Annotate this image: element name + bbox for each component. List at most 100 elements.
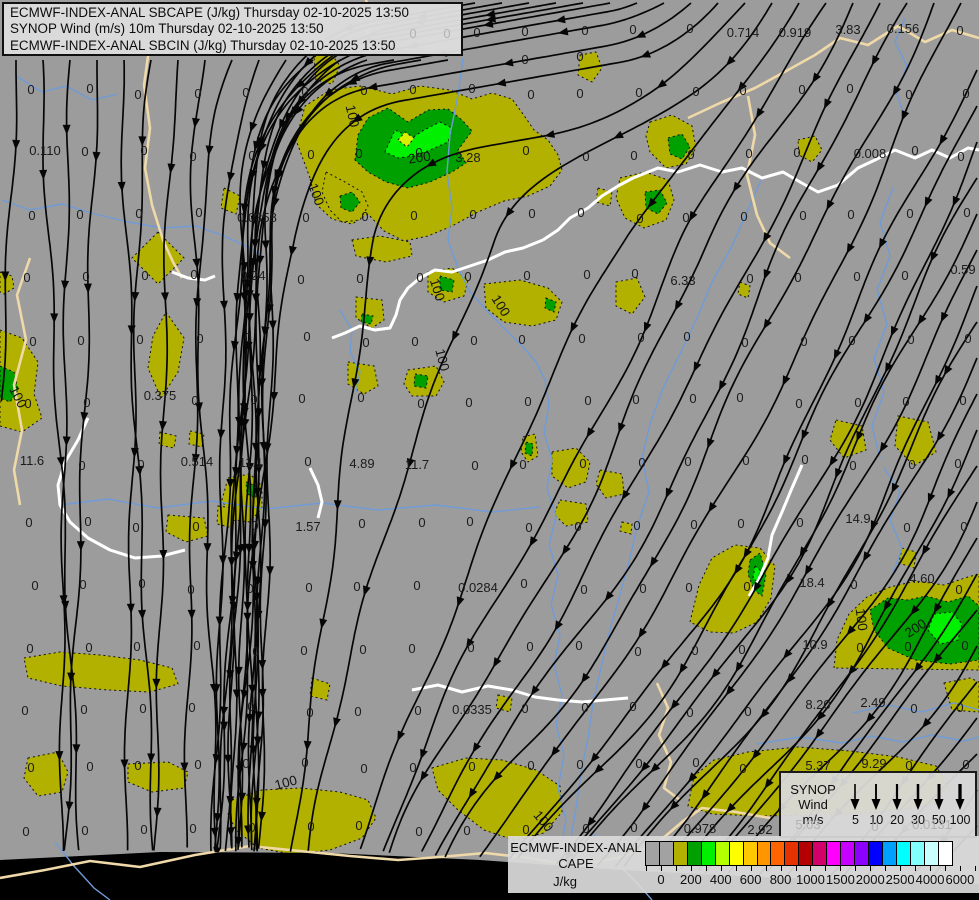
colorbar-tick [720, 866, 722, 871]
cape-swatch [728, 841, 744, 866]
cape-swatch [770, 841, 786, 866]
station-value: 0 [250, 392, 257, 407]
station-value: 0 [525, 520, 532, 535]
wind-speed-label: 5 [851, 813, 859, 827]
station-value: 11.7 [405, 457, 429, 472]
cape-swatch [784, 841, 800, 866]
station-value: 0 [136, 332, 143, 347]
wind-speed-item: 100 [950, 782, 971, 827]
station-value: 0 [521, 701, 528, 716]
station-value: 0 [248, 820, 255, 835]
station-value: 0 [188, 700, 195, 715]
station-value: 0 [413, 578, 420, 593]
station-value: 0 [962, 757, 969, 772]
station-value: 0 [580, 582, 587, 597]
station-value: 0 [581, 700, 588, 715]
station-value: 0.156 [887, 21, 920, 36]
wind-arrow-icon [955, 784, 965, 810]
wind-arrow-icon [934, 784, 944, 810]
station-value: 0 [133, 639, 140, 654]
station-value: 4.60 [909, 571, 934, 586]
station-value: 0 [904, 639, 911, 654]
station-value: 3.83 [835, 22, 860, 37]
station-value: 0 [902, 394, 909, 409]
station-value: 0 [307, 819, 314, 834]
station-value: 0 [27, 760, 34, 775]
station-value: 0 [196, 331, 203, 346]
station-value: 0 [22, 824, 29, 839]
station-value: 0 [685, 580, 692, 595]
station-value: 0 [356, 271, 363, 286]
station-value: 0 [961, 638, 968, 653]
station-value: 0 [466, 514, 473, 529]
station-value: 0 [846, 81, 853, 96]
station-value: 0 [140, 822, 147, 837]
station-value: 0 [584, 393, 591, 408]
wind-arrow-icon [892, 784, 902, 810]
station-value: 0 [582, 821, 589, 836]
ghost-station-value: 0.0131 [912, 816, 952, 832]
station-value: 4.89 [349, 456, 374, 471]
colorbar-tick [690, 866, 692, 871]
station-value: 0 [741, 335, 748, 350]
station-value: 0 [526, 639, 533, 654]
station-value: 0 [629, 22, 636, 37]
station-value: 0 [527, 87, 534, 102]
station-value: 0 [77, 333, 84, 348]
station-value: 0 [79, 577, 86, 592]
station-value: 0 [794, 270, 801, 285]
station-value: 0 [85, 640, 92, 655]
station-value: 0 [355, 818, 362, 833]
station-value: 0 [138, 576, 145, 591]
station-value: 0 [298, 391, 305, 406]
cape-swatch [672, 841, 688, 866]
station-value: 0 [638, 455, 645, 470]
station-value: 0 [84, 514, 91, 529]
station-value: 0 [137, 457, 144, 472]
station-value: 0 [416, 270, 423, 285]
station-value: 0 [360, 761, 367, 776]
station-value: 0 [81, 823, 88, 838]
station-value: 0 [956, 23, 963, 38]
station-value: 0 [463, 823, 470, 838]
colorbar-tick-label: 200 [679, 872, 702, 887]
station-value: 0 [740, 209, 747, 224]
station-value: 0 [850, 577, 857, 592]
colorbar-tick-label: 4000 [915, 872, 945, 887]
wind-arrow-icon [850, 784, 860, 810]
cape-swatch [798, 841, 814, 866]
cape-swatch [923, 841, 939, 866]
station-value: 0 [410, 208, 417, 223]
station-value: 0 [793, 145, 800, 160]
cape-swatch [714, 841, 730, 866]
cape-colorbar [645, 841, 953, 866]
station-value: 0 [354, 704, 361, 719]
colorbar-tick [795, 866, 797, 871]
colorbar-tick-label: 400 [709, 872, 732, 887]
station-value: 0 [134, 87, 141, 102]
cape-swatch [658, 841, 674, 866]
station-value: 0 [81, 144, 88, 159]
station-value: 0 [636, 211, 643, 226]
station-value: 0 [579, 456, 586, 471]
station-value: 0 [576, 757, 583, 772]
cape-legend-title: ECMWF-INDEX-ANAL CAPE [510, 840, 642, 871]
station-value: 0 [80, 702, 87, 717]
colorbar-tick-label: 1500 [825, 872, 855, 887]
colorbar-tick [885, 866, 887, 871]
colorbar-tick [646, 866, 647, 871]
colorbar-tick [959, 866, 961, 871]
station-value: 0 [682, 210, 689, 225]
station-value: 0 [361, 209, 368, 224]
station-value: 0 [24, 396, 31, 411]
station-value: 0 [684, 454, 691, 469]
station-value: 0 [140, 143, 147, 158]
station-value: 0 [795, 396, 802, 411]
station-value: 0 [962, 86, 969, 101]
station-value: 0 [639, 581, 646, 596]
station-value: 0 [470, 333, 477, 348]
colorbar-tick [870, 866, 872, 871]
station-value: 0 [355, 146, 362, 161]
station-value: 0 [629, 699, 636, 714]
colorbar-tick [810, 866, 812, 871]
